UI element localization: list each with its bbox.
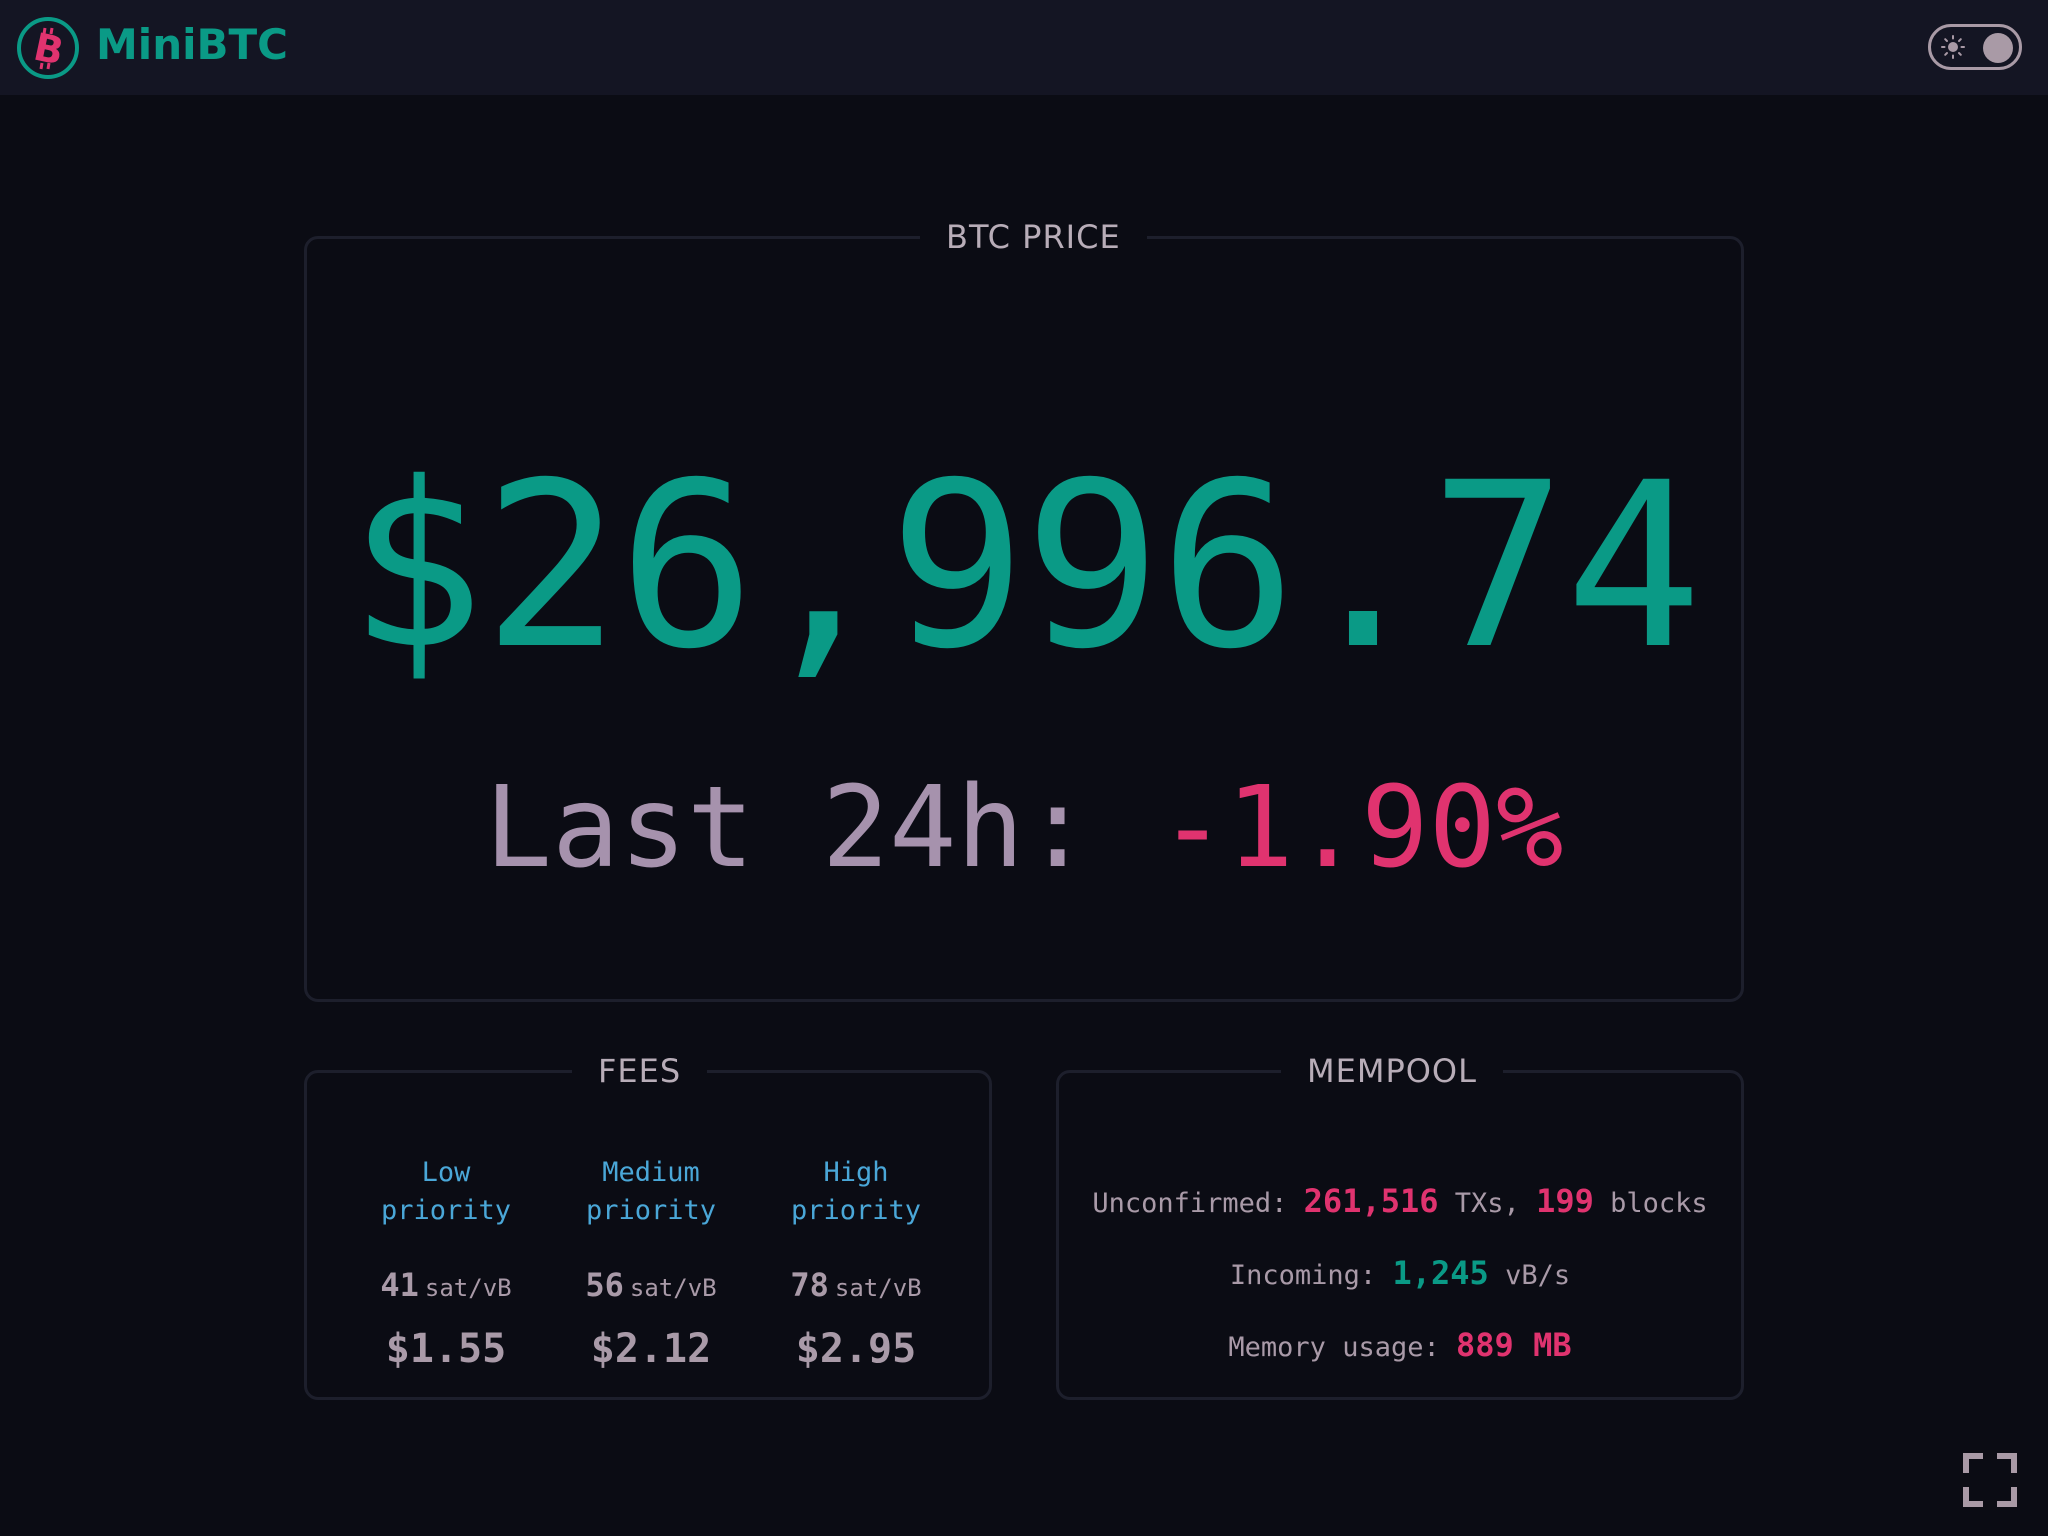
fee-rate-value: 56 xyxy=(585,1266,624,1304)
fees-card: FEES Low priority 41 sat/vB $1.55 Medium … xyxy=(304,1052,992,1400)
fee-rate-unit: sat/vB xyxy=(629,1274,717,1302)
mempool-card-legend: MEMPOOL xyxy=(1307,1052,1477,1090)
fee-title: Low priority xyxy=(380,1157,512,1226)
btc-price-value: $26,996.74 xyxy=(347,433,1703,699)
top-bar: B MiniBTC xyxy=(0,0,2048,95)
incoming-label: Incoming: xyxy=(1229,1260,1377,1291)
price-change-line: Last 24h: -1.90% xyxy=(307,772,1741,884)
sun-icon xyxy=(1941,35,1965,59)
fullscreen-icon[interactable] xyxy=(1962,1452,2018,1508)
btc-price-card: BTC PRICE $26,996.74 Last 24h: -1.90% xyxy=(304,218,1744,1002)
mempool-memory-line: Memory usage: 889 MB xyxy=(1059,1326,1741,1364)
fee-column-high: High priority 78 sat/vB $2.95 xyxy=(756,1154,956,1372)
fee-usd: $1.55 xyxy=(385,1326,507,1372)
fee-usd: $2.12 xyxy=(590,1326,712,1372)
mempool-unconfirmed-line: Unconfirmed: 261,516 TXs, 199 blocks xyxy=(1059,1182,1741,1220)
unconfirmed-label: Unconfirmed: xyxy=(1092,1188,1288,1219)
memory-label: Memory usage: xyxy=(1228,1332,1440,1363)
unconfirmed-txs-value: 261,516 xyxy=(1303,1182,1439,1220)
fee-rate-unit: sat/vB xyxy=(424,1274,512,1302)
price-card-legend: BTC PRICE xyxy=(946,218,1121,256)
fee-rate-value: 41 xyxy=(380,1266,419,1304)
fee-usd: $2.95 xyxy=(795,1326,917,1372)
theme-toggle[interactable] xyxy=(1928,24,2022,70)
blocks-unit: blocks xyxy=(1610,1188,1708,1219)
unconfirmed-blocks-value: 199 xyxy=(1536,1182,1594,1220)
txs-unit: TXs, xyxy=(1454,1188,1520,1219)
fee-column-low: Low priority 41 sat/vB $1.55 xyxy=(346,1154,546,1372)
fee-rate-value: 78 xyxy=(790,1266,829,1304)
fee-rate: 41 sat/vB xyxy=(346,1266,546,1304)
mempool-incoming-line: Incoming: 1,245 vB/s xyxy=(1059,1254,1741,1292)
fee-column-medium: Medium priority 56 sat/vB $2.12 xyxy=(551,1154,751,1372)
fee-title: Medium priority xyxy=(585,1157,717,1226)
app-title[interactable]: MiniBTC xyxy=(96,20,288,69)
fee-rate-unit: sat/vB xyxy=(834,1274,922,1302)
change-label: Last 24h: xyxy=(484,763,1092,893)
bitcoin-logo-icon[interactable]: B xyxy=(16,16,80,80)
memory-value: 889 MB xyxy=(1456,1326,1572,1364)
incoming-value: 1,245 xyxy=(1392,1254,1489,1292)
change-value: -1.90% xyxy=(1158,763,1564,893)
mempool-card: MEMPOOL Unconfirmed: 261,516 TXs, 199 bl… xyxy=(1056,1052,1744,1400)
fees-card-legend: FEES xyxy=(598,1052,682,1090)
fee-title: High priority xyxy=(790,1157,922,1226)
incoming-unit: vB/s xyxy=(1505,1260,1571,1291)
fee-rate: 56 sat/vB xyxy=(551,1266,751,1304)
fee-rate: 78 sat/vB xyxy=(756,1266,956,1304)
toggle-knob xyxy=(1983,33,2013,63)
